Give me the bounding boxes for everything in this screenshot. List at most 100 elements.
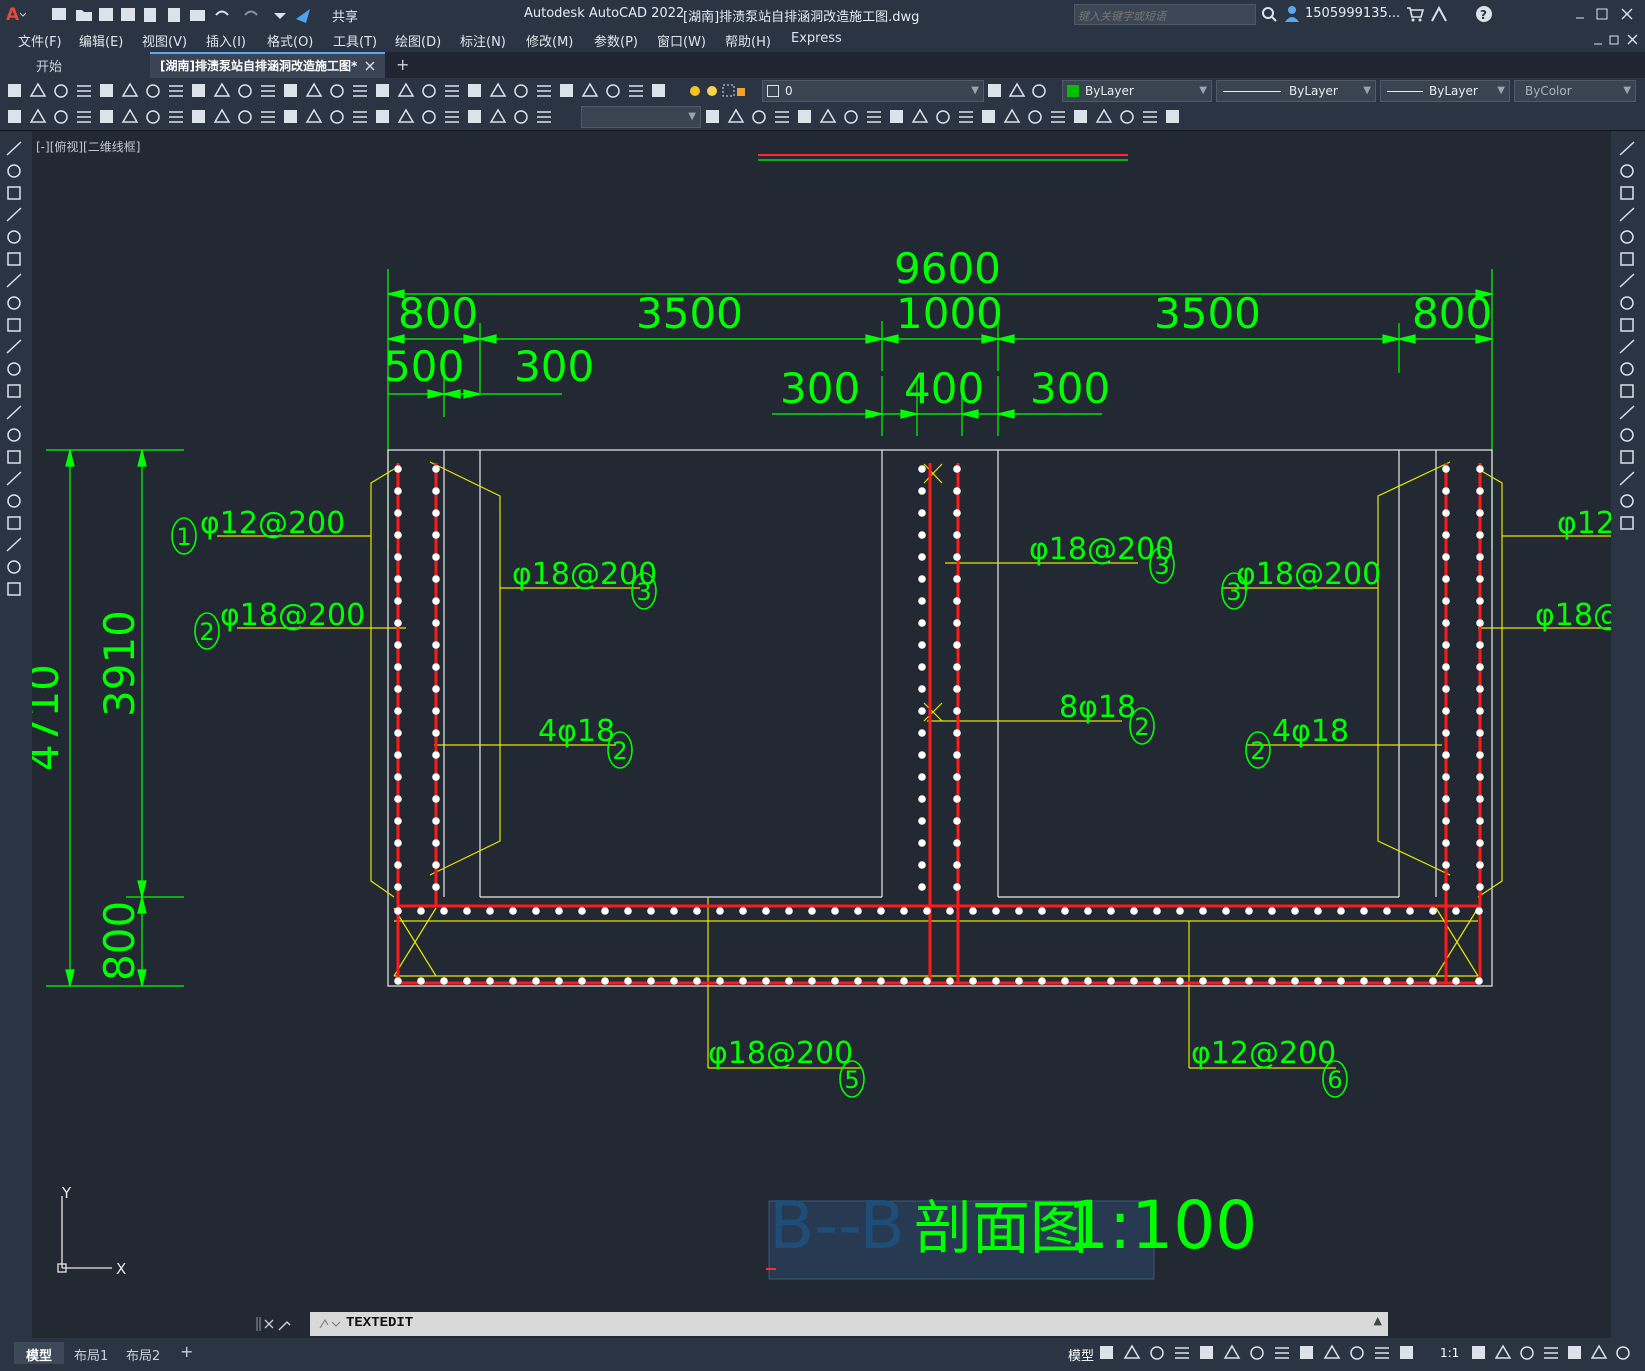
doc-restore-icon[interactable]: [1609, 35, 1619, 45]
draw-tool-4-icon[interactable]: [6, 207, 22, 222]
standard-tool-16-icon[interactable]: [353, 85, 367, 97]
dimension-tool-7-icon[interactable]: [146, 110, 160, 124]
status-toggle-3-icon[interactable]: [1150, 1346, 1164, 1360]
dimension-tool-22-icon[interactable]: [489, 108, 507, 123]
dimension-tool-8-icon[interactable]: [169, 111, 183, 123]
draw-tool-10-icon[interactable]: [6, 339, 22, 354]
modify-tool-16-icon[interactable]: [1051, 111, 1065, 123]
standard-tool-8-icon[interactable]: [169, 85, 183, 97]
standard-tool-23-icon[interactable]: [514, 84, 528, 98]
standard-tool-28-icon[interactable]: [629, 85, 643, 97]
standard-tool-14-icon[interactable]: [305, 82, 323, 97]
command-line-handle[interactable]: [255, 1314, 295, 1334]
standard-tool-3-icon[interactable]: [54, 84, 68, 98]
modify-tool-4-icon[interactable]: [775, 111, 789, 123]
status-tool-1-icon[interactable]: [1472, 1346, 1485, 1359]
modify-tool-7-icon[interactable]: [844, 110, 858, 124]
customize-wrench-icon[interactable]: [278, 1320, 291, 1331]
dimension-tool-5-icon[interactable]: [100, 110, 113, 123]
draw-tool-8-icon[interactable]: [7, 296, 21, 310]
tab-close-icon[interactable]: [364, 60, 376, 72]
layer-tool-1-icon[interactable]: [988, 84, 1001, 97]
modify-tool-3-icon[interactable]: [1620, 186, 1634, 200]
modify-tool-20-icon[interactable]: [1143, 111, 1157, 123]
modify-tool-15-icon[interactable]: [1028, 110, 1042, 124]
standard-tool-7-icon[interactable]: [146, 84, 160, 98]
doc-window-controls[interactable]: [1590, 32, 1642, 48]
menu-express[interactable]: Express: [791, 31, 842, 46]
modify-tool-6-icon[interactable]: [1620, 252, 1634, 266]
layer-tool-icons[interactable]: [986, 80, 1056, 102]
modify-tool-14-icon[interactable]: [1003, 108, 1021, 123]
layer-tool-3-icon[interactable]: [1032, 84, 1046, 98]
layer-dropdown[interactable]: 0 ▼: [762, 80, 984, 102]
draw-tool-13-icon[interactable]: [6, 405, 22, 420]
standard-tool-9-icon[interactable]: [192, 84, 205, 97]
standard-tool-17-icon[interactable]: [376, 84, 389, 97]
layer-thaw-icon[interactable]: [707, 86, 717, 96]
status-toggle-2-icon[interactable]: [1123, 1344, 1141, 1359]
quick-access-toolbar[interactable]: [50, 5, 350, 25]
command-history-toggle[interactable]: ▲: [1374, 1314, 1382, 1327]
layout-tab-1[interactable]: 布局1: [74, 1345, 108, 1364]
standard-tool-4-icon[interactable]: [77, 85, 91, 97]
standard-tool-24-icon[interactable]: [537, 85, 551, 97]
modify-tool-14-icon[interactable]: [1620, 428, 1634, 442]
modify-tool-3-icon[interactable]: [752, 110, 766, 124]
modify-tool-1-icon[interactable]: [706, 110, 719, 123]
tab-start[interactable]: 开始: [0, 52, 150, 78]
modify-tool-11-icon[interactable]: [936, 110, 950, 124]
status-toggle-8-icon[interactable]: [1275, 1347, 1289, 1359]
menu-edit[interactable]: 编辑(E): [79, 31, 123, 50]
dimension-tool-11-icon[interactable]: [238, 110, 252, 124]
modify-tool-17-icon[interactable]: [1074, 110, 1087, 123]
dimension-tool-14-icon[interactable]: [305, 108, 323, 123]
status-tool-7-icon[interactable]: [1616, 1346, 1630, 1360]
modify-tool-2-icon[interactable]: [727, 108, 745, 123]
draw-tool-15-icon[interactable]: [7, 450, 21, 464]
layout-tab-model[interactable]: 模型: [14, 1342, 64, 1364]
add-layout-button[interactable]: +: [180, 1342, 193, 1361]
redo-icon[interactable]: [244, 10, 258, 16]
modify-tool-10-icon[interactable]: [1619, 339, 1635, 354]
menu-draw[interactable]: 绘图(D): [395, 31, 441, 50]
modify-tool-12-icon[interactable]: [1620, 384, 1634, 398]
status-toggle-6-icon[interactable]: [1223, 1344, 1241, 1359]
save-as-icon[interactable]: [121, 8, 135, 21]
standard-tool-25-icon[interactable]: [560, 84, 573, 97]
window-controls[interactable]: [1570, 6, 1640, 22]
status-toggle-11-icon[interactable]: [1350, 1346, 1364, 1360]
draw-tool-icons[interactable]: [4, 139, 28, 599]
draw-tool-3-icon[interactable]: [7, 186, 21, 200]
menu-file[interactable]: 文件(F): [18, 31, 62, 50]
menu-view[interactable]: 视图(V): [142, 31, 187, 50]
modify-tool-icons[interactable]: [1617, 139, 1641, 539]
standard-tool-1-icon[interactable]: [8, 84, 21, 97]
tab-active-drawing[interactable]: [湖南]排渍泵站自排涵洞改造施工图*: [150, 52, 385, 78]
standard-tool-6-icon[interactable]: [121, 82, 139, 97]
draw-tool-16-icon[interactable]: [6, 471, 22, 486]
dimension-tool-12-icon[interactable]: [261, 111, 275, 123]
draw-tool-7-icon[interactable]: [6, 273, 22, 288]
draw-tool-2-icon[interactable]: [7, 164, 21, 178]
dimension-tool-10-icon[interactable]: [213, 108, 231, 123]
search-input[interactable]: [1075, 8, 1255, 26]
modify-tool-8-icon[interactable]: [867, 111, 881, 123]
menu-tools[interactable]: 工具(T): [333, 31, 377, 50]
layer-lock-icon[interactable]: [737, 88, 745, 96]
modify-toolbar-icons[interactable]: [704, 106, 1224, 128]
layer-on-icon[interactable]: [690, 86, 700, 96]
autocad-logo-icon[interactable]: A: [4, 4, 26, 24]
cad-drawing[interactable]: 9600 800 3500 1000 3500 800 500 300 300 …: [32, 131, 1611, 1311]
status-toggle-5-icon[interactable]: [1200, 1346, 1213, 1359]
standard-tool-13-icon[interactable]: [284, 84, 297, 97]
open-icon[interactable]: [76, 10, 92, 21]
modify-tool-15-icon[interactable]: [1620, 450, 1634, 464]
undo-icon[interactable]: [215, 10, 229, 16]
command-line[interactable]: TEXTEDIT ▲: [310, 1312, 1388, 1336]
doc-close-icon[interactable]: [1627, 34, 1638, 45]
new-tab-button[interactable]: +: [396, 55, 409, 74]
status-toggle-7-icon[interactable]: [1250, 1346, 1264, 1360]
dimension-tool-21-icon[interactable]: [468, 110, 481, 123]
modify-tool-10-icon[interactable]: [911, 108, 929, 123]
